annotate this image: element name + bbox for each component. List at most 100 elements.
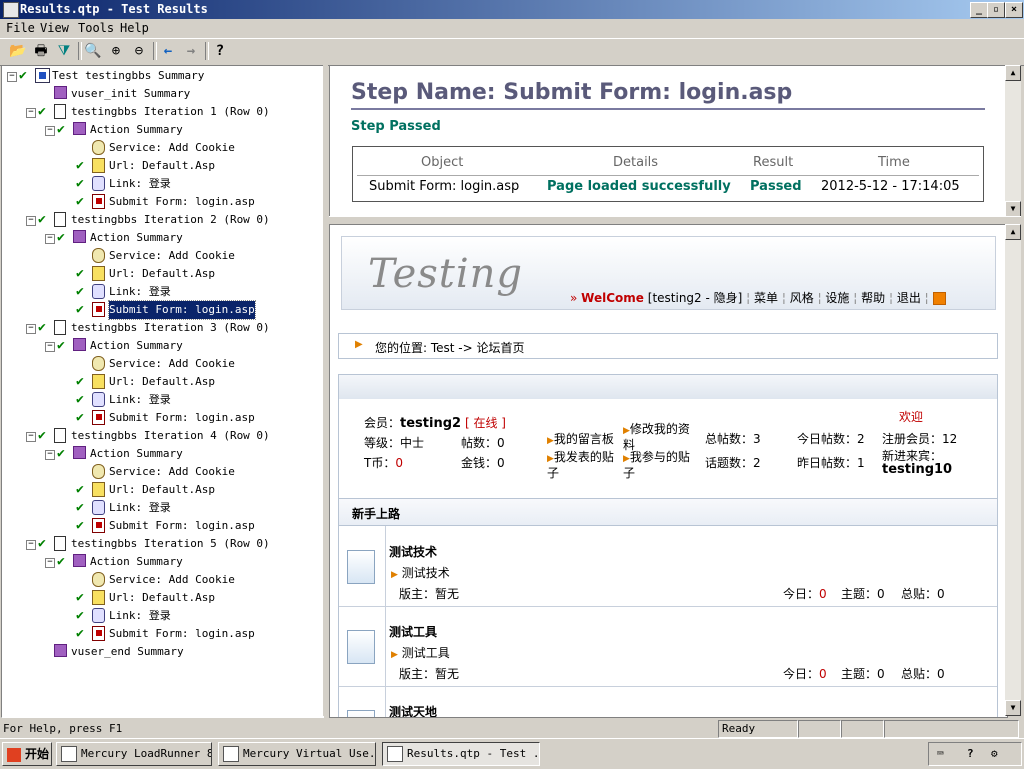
expand-toggle-icon[interactable]: − <box>26 432 36 442</box>
edit-profile-link[interactable]: ▶修改我的资料 <box>623 422 699 452</box>
forum-title[interactable]: 测试天地 <box>389 703 437 717</box>
find-icon[interactable]: 🔍 <box>83 41 103 61</box>
tree-step[interactable]: ✔ Url: Default.Asp <box>2 373 322 391</box>
rss-icon[interactable] <box>932 292 946 305</box>
tree-step[interactable]: ✔ Submit Form: login.asp <box>2 409 322 427</box>
expand-toggle-icon[interactable]: − <box>26 108 36 118</box>
forward-arrow-icon[interactable]: → <box>181 41 201 61</box>
tree-step[interactable]: Service: Add Cookie <box>2 355 322 373</box>
tree-step[interactable]: ✔ Submit Form: login.asp <box>2 300 322 320</box>
tree-iteration[interactable]: − ✔ testingbbs Iteration 3 (Row 0) <box>2 319 322 337</box>
tree-iteration[interactable]: − ✔ testingbbs Iteration 5 (Row 0) <box>2 535 322 553</box>
zoom-in-icon[interactable]: ⊕ <box>106 41 126 61</box>
scroll-down-icon[interactable]: ▼ <box>1005 700 1021 716</box>
vertical-splitter[interactable] <box>323 65 328 716</box>
tree-step[interactable]: Service: Add Cookie <box>2 463 322 481</box>
start-button[interactable]: 开始 <box>2 742 52 766</box>
subforum-link[interactable]: ▶ 测试技术 <box>391 564 450 581</box>
taskbar-loadrunner[interactable]: Mercury LoadRunner 8.1 <box>56 742 212 766</box>
system-tray: ⌨ ? ⚙ <box>928 742 1022 766</box>
menu-tools[interactable]: Tools <box>78 21 114 35</box>
tree-vuser-init[interactable]: vuser_init Summary <box>2 85 322 103</box>
maximize-button[interactable]: ▫ <box>987 2 1005 18</box>
tree-action-summary[interactable]: − ✔ Action Summary <box>2 445 322 463</box>
tree-step[interactable]: ✔ Url: Default.Asp <box>2 157 322 175</box>
expand-toggle-icon[interactable]: − <box>26 540 36 550</box>
expand-toggle-icon[interactable]: − <box>26 216 36 226</box>
tree-step[interactable]: ✔ Link: 登录 <box>2 175 322 193</box>
tree-step[interactable]: ✔ Url: Default.Asp <box>2 481 322 499</box>
tree-action-summary[interactable]: − ✔ Action Summary <box>2 553 322 571</box>
help-tray-icon[interactable]: ? <box>967 743 974 765</box>
expand-toggle-icon[interactable]: − <box>45 234 55 244</box>
forum-title[interactable]: 测试工具 <box>389 623 437 640</box>
minimize-button[interactable]: _ <box>970 2 988 18</box>
tree-step[interactable]: ✔ Submit Form: login.asp <box>2 625 322 643</box>
nav-settings-link[interactable]: 设施 <box>825 291 849 305</box>
print-icon[interactable]: 🖶 <box>31 41 51 61</box>
user-info-link[interactable]: [testing2 - 隐身] <box>648 291 743 305</box>
nav-menu-link[interactable]: 菜单 <box>754 291 778 305</box>
registered-members: 注册会员：12 <box>882 432 958 446</box>
tree-iteration[interactable]: − ✔ testingbbs Iteration 2 (Row 0) <box>2 211 322 229</box>
filter-icon[interactable]: ⧩ <box>54 41 74 61</box>
subforum-link[interactable]: ▶ 测试工具 <box>391 644 450 661</box>
forum-logo: Testing <box>368 251 524 297</box>
open-icon[interactable]: 📂 <box>8 41 28 61</box>
scroll-down-icon[interactable]: ▼ <box>1005 201 1021 217</box>
tree-step[interactable]: ✔ Link: 登录 <box>2 391 322 409</box>
keyboard-icon[interactable]: ⌨ <box>937 743 944 765</box>
my-joined-link[interactable]: ▶我参与的贴子 <box>623 450 699 480</box>
expand-toggle-icon[interactable]: − <box>26 324 36 334</box>
top-pane-scrollbar[interactable]: ▲ ▼ <box>1005 65 1021 217</box>
tree-step[interactable]: Service: Add Cookie <box>2 571 322 589</box>
tree-step[interactable]: ✔ Submit Form: login.asp <box>2 517 322 535</box>
nav-style-link[interactable]: 风格 <box>790 291 814 305</box>
taskbar-results[interactable]: Results.qtp - Test ... <box>382 742 540 766</box>
today-posts: 今日帖数：2 <box>797 432 865 446</box>
taskbar-virtual-user[interactable]: Mercury Virtual Use... <box>218 742 376 766</box>
nav-help-link[interactable]: 帮助 <box>861 291 885 305</box>
expand-toggle-icon[interactable]: − <box>45 126 55 136</box>
tree-action-summary[interactable]: − ✔ Action Summary <box>2 337 322 355</box>
nav-logout-link[interactable]: 退出 <box>897 291 921 305</box>
web-page-pane: Testing » WelCome [testing2 - 隐身] ¦ 菜单 ¦… <box>329 224 1008 718</box>
scroll-up-icon[interactable]: ▲ <box>1005 65 1021 81</box>
newest-member[interactable]: testing10 <box>882 462 952 477</box>
my-board-link[interactable]: ▶我的留言板 <box>547 430 614 447</box>
help-icon[interactable]: ? <box>210 41 230 61</box>
tree-root[interactable]: − ✔ Test testingbbs Summary <box>2 67 322 85</box>
tree-vuser-end[interactable]: vuser_end Summary <box>2 643 322 661</box>
results-tree[interactable]: − ✔ Test testingbbs Summary vuser_init Summ… <box>1 65 324 718</box>
web-pane-scrollbar[interactable]: ▲ ▼ <box>1005 224 1021 716</box>
scroll-up-icon[interactable]: ▲ <box>1005 224 1021 240</box>
tree-iteration[interactable]: − ✔ testingbbs Iteration 4 (Row 0) <box>2 427 322 445</box>
back-arrow-icon[interactable]: ← <box>158 41 178 61</box>
total-posts: 总帖数：3 <box>705 432 761 446</box>
tree-step[interactable]: Service: Add Cookie <box>2 247 322 265</box>
tree-node-label: Action Summary <box>90 447 183 460</box>
expand-toggle-icon[interactable]: − <box>45 450 55 460</box>
forum-title[interactable]: 测试技术 <box>389 543 437 560</box>
expand-toggle-icon[interactable]: − <box>45 558 55 568</box>
menu-help[interactable]: Help <box>120 21 149 35</box>
my-posts-link[interactable]: ▶我发表的贴子 <box>547 450 623 480</box>
close-button[interactable]: × <box>1005 2 1023 18</box>
tree-step[interactable]: ✔ Link: 登录 <box>2 607 322 625</box>
expand-toggle-icon[interactable]: − <box>45 342 55 352</box>
zoom-out-icon[interactable]: ⊖ <box>129 41 149 61</box>
tree-action-summary[interactable]: − ✔ Action Summary <box>2 229 322 247</box>
tree-step[interactable]: ✔ Submit Form: login.asp <box>2 193 322 211</box>
tray-icon[interactable]: ⚙ <box>991 743 998 765</box>
tree-iteration[interactable]: − ✔ testingbbs Iteration 1 (Row 0) <box>2 103 322 121</box>
tree-step[interactable]: ✔ Link: 登录 <box>2 283 322 301</box>
tree-step[interactable]: ✔ Link: 登录 <box>2 499 322 517</box>
tree-step[interactable]: Service: Add Cookie <box>2 139 322 157</box>
menu-view[interactable]: View <box>40 21 69 35</box>
tree-node-label: Service: Add Cookie <box>109 357 235 370</box>
menu-file[interactable]: File <box>6 21 35 35</box>
tree-action-summary[interactable]: − ✔ Action Summary <box>2 121 322 139</box>
expand-toggle-icon[interactable]: − <box>7 72 17 82</box>
tree-step[interactable]: ✔ Url: Default.Asp <box>2 265 322 283</box>
tree-step[interactable]: ✔ Url: Default.Asp <box>2 589 322 607</box>
